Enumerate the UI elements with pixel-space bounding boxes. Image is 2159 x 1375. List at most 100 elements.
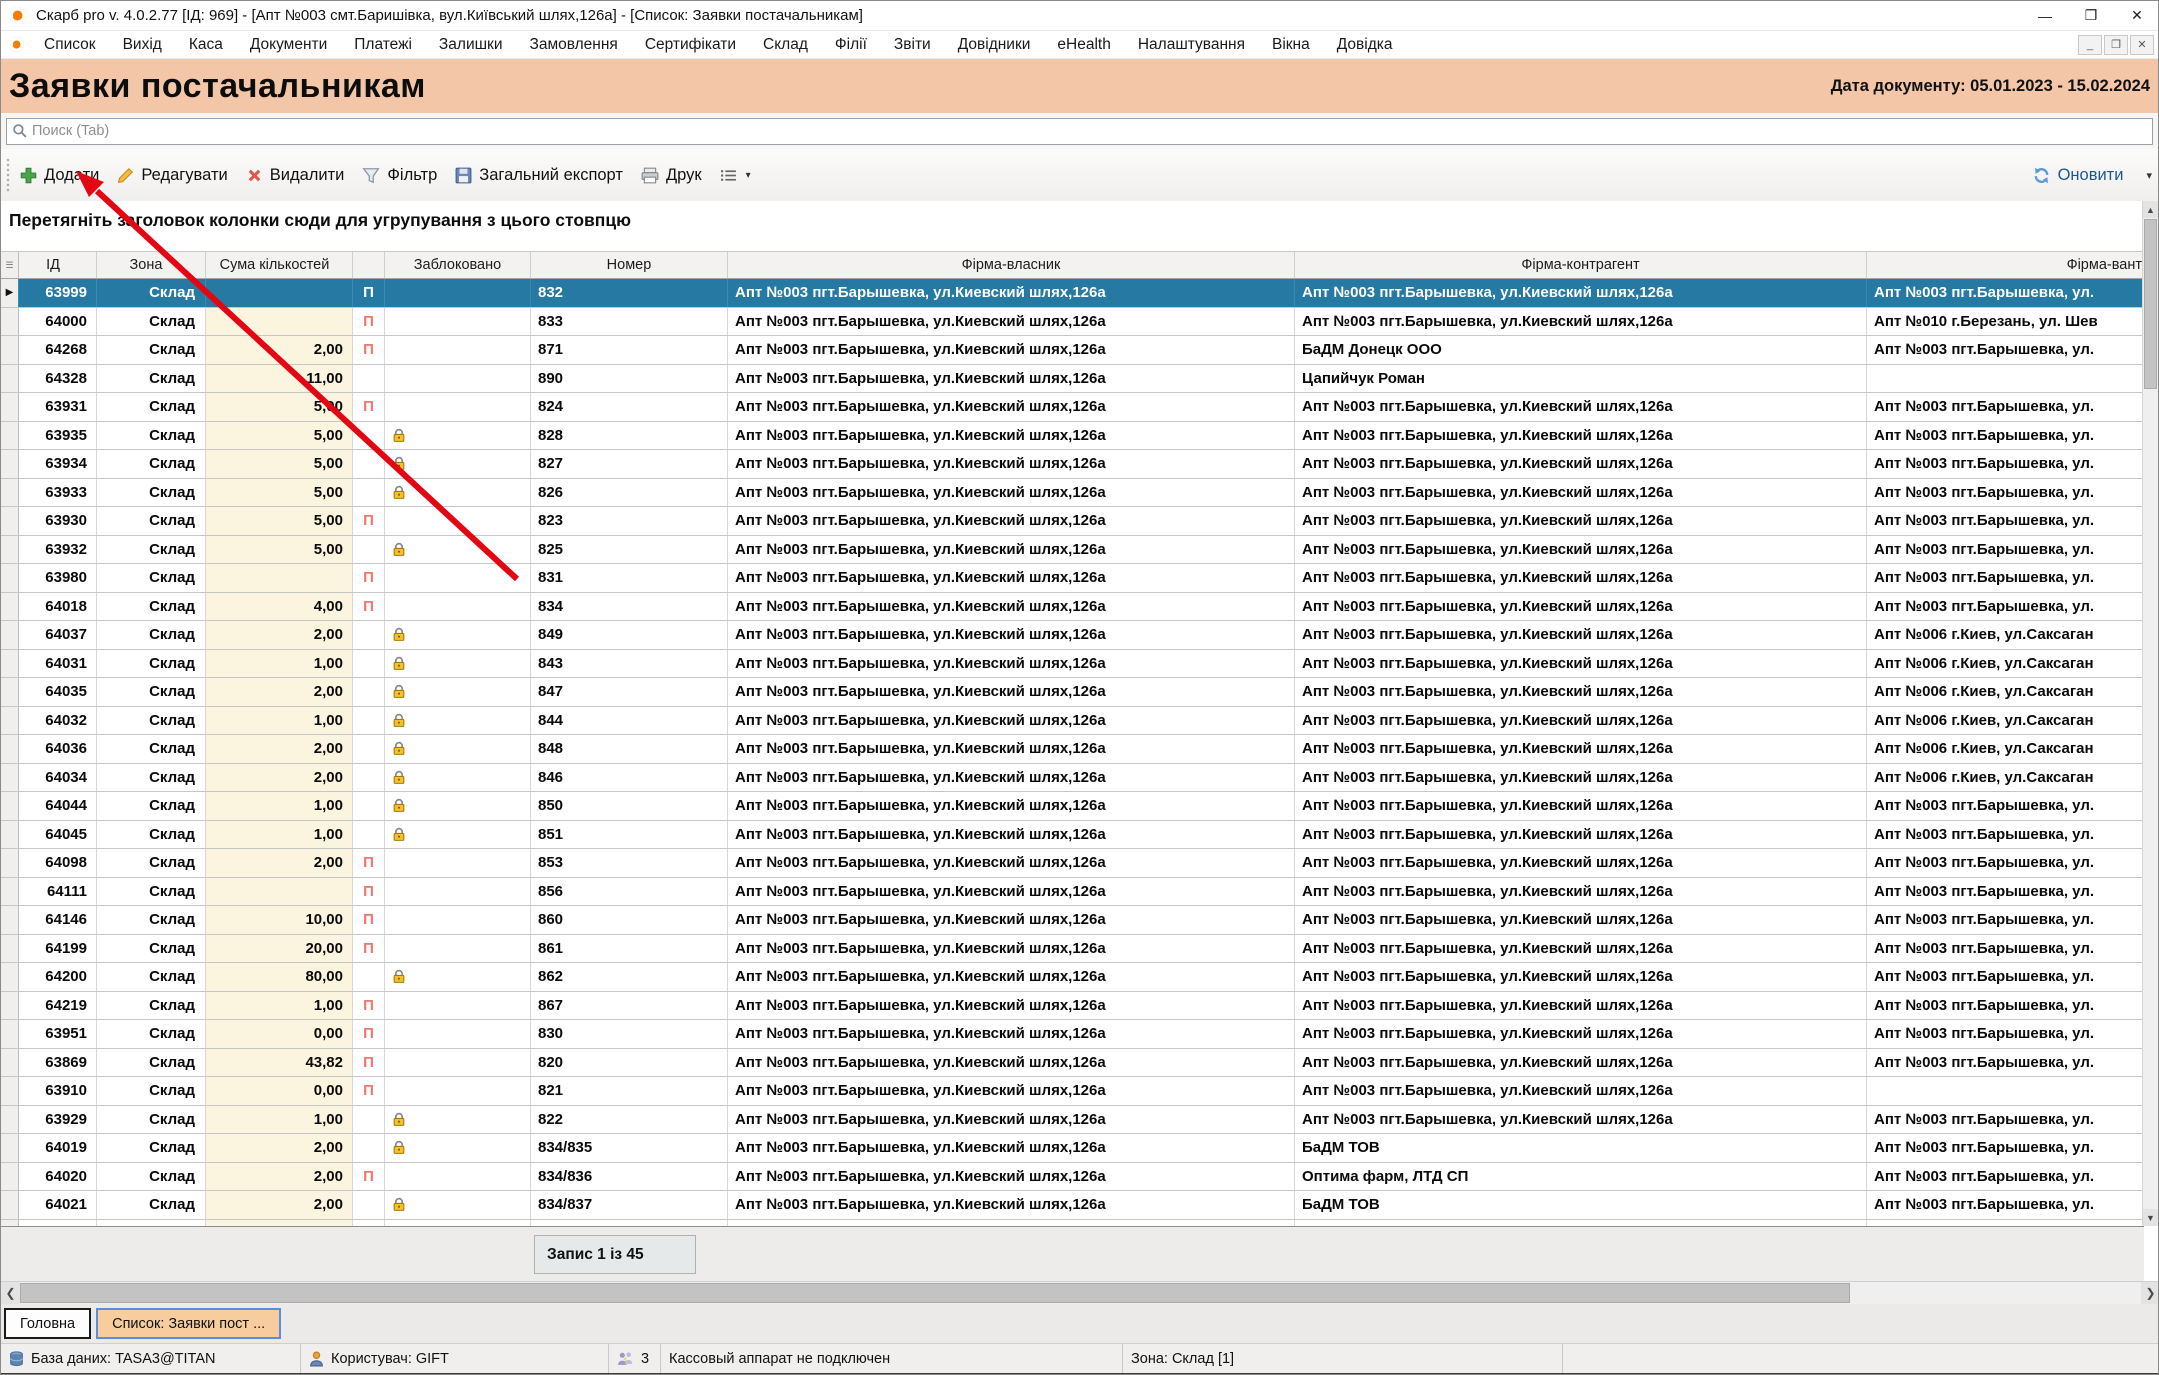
menu-item-12[interactable]: Довідники <box>958 36 1031 54</box>
table-row[interactable]: 64111СкладП856Апт №003 пгт.Барышевка, ул… <box>1 878 2144 907</box>
vertical-scrollbar[interactable]: ▲ ▼ <box>2142 201 2158 1226</box>
edit-button[interactable]: Редагувати <box>108 160 236 191</box>
chevron-down-icon: ▾ <box>746 170 751 181</box>
table-row[interactable]: 63929Склад1,00822Апт №003 пгт.Барышевка,… <box>1 1106 2144 1135</box>
horizontal-scrollbar[interactable]: ❮ ❯ <box>1 1281 2159 1304</box>
delete-button[interactable]: Видалити <box>237 160 354 191</box>
mdi-close-button[interactable]: ✕ <box>2130 35 2154 55</box>
restore-button[interactable]: ❐ <box>2068 1 2114 30</box>
column-header-consignee[interactable]: Фірма-вант <box>1867 252 2144 278</box>
view-options-button[interactable]: ▾ <box>711 162 760 189</box>
print-button[interactable]: Друк <box>632 160 711 191</box>
table-row[interactable]: 63910Склад0,00П821Апт №003 пгт.Барышевка… <box>1 1077 2144 1106</box>
mdi-restore-button[interactable]: ❐ <box>2104 35 2128 55</box>
column-header-blocked[interactable]: Заблоковано <box>385 252 531 278</box>
table-row[interactable]: 63869Склад43,82П820Апт №003 пгт.Барышевк… <box>1 1049 2144 1078</box>
scroll-right-arrow-icon[interactable]: ❯ <box>2141 1282 2159 1304</box>
table-row[interactable]: 64098Склад2,00П853Апт №003 пгт.Барышевка… <box>1 849 2144 878</box>
table-row[interactable]: 64032Склад1,00844Апт №003 пгт.Барышевка,… <box>1 707 2144 736</box>
menu-item-14[interactable]: Налаштування <box>1138 36 1245 54</box>
table-row[interactable]: 64000СкладП833Апт №003 пгт.Барышевка, ул… <box>1 308 2144 337</box>
cell-blocked <box>385 1020 531 1048</box>
table-row[interactable]: 64037Склад2,00849Апт №003 пгт.Барышевка,… <box>1 621 2144 650</box>
column-header-qty[interactable]: Сума кількостей <box>206 252 353 278</box>
column-header-number[interactable]: Номер <box>531 252 728 278</box>
menu-item-2[interactable]: Вихід <box>123 36 162 54</box>
table-row[interactable]: 64019Склад2,00834/835Апт №003 пгт.Барыше… <box>1 1134 2144 1163</box>
menu-item-5[interactable]: Платежі <box>354 36 412 54</box>
group-by-area[interactable]: Перетягніть заголовок колонки сюди для у… <box>1 201 2159 251</box>
table-row[interactable]: 64146Склад10,00П860Апт №003 пгт.Барышевк… <box>1 906 2144 935</box>
table-row[interactable]: 64035Склад2,00847Апт №003 пгт.Барышевка,… <box>1 678 2144 707</box>
menu-item-13[interactable]: eHealth <box>1057 36 1110 54</box>
table-row[interactable]: 64200Склад80,00862Апт №003 пгт.Барышевка… <box>1 963 2144 992</box>
horizontal-scroll-thumb[interactable] <box>20 1283 1850 1303</box>
table-row[interactable]: 64328Склад11,00890Апт №003 пгт.Барышевка… <box>1 365 2144 394</box>
table-row[interactable]: 64020Склад2,00П834/836Апт №003 пгт.Барыш… <box>1 1163 2144 1192</box>
minimize-button[interactable]: — <box>2022 1 2068 30</box>
menu-item-8[interactable]: Сертифікати <box>645 36 736 54</box>
table-row[interactable]: 63951Склад0,00П830Апт №003 пгт.Барышевка… <box>1 1020 2144 1049</box>
table-row[interactable]: 64031Склад1,00843Апт №003 пгт.Барышевка,… <box>1 650 2144 679</box>
scroll-down-arrow-icon[interactable]: ▼ <box>2143 1209 2158 1226</box>
menu-item-1[interactable]: Список <box>44 36 96 54</box>
cell-consignee: Апт №003 пгт.Барышевка, ул. <box>1867 279 2144 307</box>
table-row[interactable]: 64268Склад2,00П871Апт №003 пгт.Барышевка… <box>1 336 2144 365</box>
menu-item-11[interactable]: Звіти <box>894 36 931 54</box>
lock-icon <box>392 1197 406 1212</box>
table-row[interactable]: ▶63999СкладП832Апт №003 пгт.Барышевка, у… <box>1 279 2144 308</box>
lock-icon <box>392 827 406 842</box>
table-row[interactable]: 64034Склад2,00846Апт №003 пгт.Барышевка,… <box>1 764 2144 793</box>
cell-owner: Апт №003 пгт.Барышевка, ул.Киевский шлях… <box>728 1049 1295 1077</box>
menu-item-9[interactable]: Склад <box>763 36 808 54</box>
column-header-owner[interactable]: Фірма-власник <box>728 252 1295 278</box>
menu-item-6[interactable]: Залишки <box>439 36 503 54</box>
vertical-scroll-thumb[interactable] <box>2144 219 2157 389</box>
cell-id: 64018 <box>19 593 97 621</box>
cell-consignee: Апт №003 пгт.Барышевка, ул. <box>1867 1049 2144 1077</box>
column-header-contragent[interactable]: Фірма-контрагент <box>1295 252 1867 278</box>
table-row[interactable]: 63930Склад5,00П823Апт №003 пгт.Барышевка… <box>1 507 2144 536</box>
cell-flag <box>353 479 385 507</box>
search-box[interactable] <box>6 118 2153 145</box>
table-row[interactable]: 64036Склад2,00848Апт №003 пгт.Барышевка,… <box>1 735 2144 764</box>
refresh-dropdown-button[interactable]: ▾ <box>2146 169 2152 182</box>
scroll-left-arrow-icon[interactable]: ❮ <box>1 1282 20 1304</box>
menu-item-15[interactable]: Вікна <box>1272 36 1310 54</box>
table-row[interactable]: 63935Склад5,00828Апт №003 пгт.Барышевка,… <box>1 422 2144 451</box>
menu-item-10[interactable]: Філії <box>835 36 867 54</box>
table-row[interactable]: 63932Склад5,00825Апт №003 пгт.Барышевка,… <box>1 536 2144 565</box>
menu-item-4[interactable]: Документи <box>250 36 327 54</box>
tab-2[interactable]: Список: Заявки пост ... <box>96 1308 281 1339</box>
table-row[interactable]: 63931Склад5,00П824Апт №003 пгт.Барышевка… <box>1 393 2144 422</box>
toolbar-grip[interactable] <box>4 158 11 192</box>
table-row[interactable]: 63980СкладП831Апт №003 пгт.Барышевка, ул… <box>1 564 2144 593</box>
column-header-flag[interactable] <box>353 252 385 278</box>
mdi-minimize-button[interactable]: _ <box>2078 35 2102 55</box>
filter-button[interactable]: Фільтр <box>353 160 446 191</box>
search-input[interactable] <box>32 123 2152 139</box>
table-row[interactable]: 64018Склад4,00П834Апт №003 пгт.Барышевка… <box>1 593 2144 622</box>
table-row[interactable]: 63934Склад5,00827Апт №003 пгт.Барышевка,… <box>1 450 2144 479</box>
export-button[interactable]: Загальний експорт <box>446 160 632 191</box>
table-row[interactable]: 64021Склад2,00834/837Апт №003 пгт.Барыше… <box>1 1191 2144 1220</box>
refresh-button[interactable]: Оновити <box>2023 160 2133 191</box>
table-row[interactable]: 64219Склад1,00П867Апт №003 пгт.Барышевка… <box>1 992 2144 1021</box>
scroll-up-arrow-icon[interactable]: ▲ <box>2143 201 2158 218</box>
table-row[interactable]: 63933Склад5,00826Апт №003 пгт.Барышевка,… <box>1 479 2144 508</box>
close-button[interactable]: ✕ <box>2114 1 2159 30</box>
cell-blocked <box>385 792 531 820</box>
menu-item-3[interactable]: Каса <box>189 36 223 54</box>
tab-1[interactable]: Головна <box>4 1308 91 1339</box>
cell-blocked <box>385 536 531 564</box>
cell-consignee: Апт №003 пгт.Барышевка, ул. <box>1867 1191 2144 1219</box>
table-row[interactable]: 64044Склад1,00850Апт №003 пгт.Барышевка,… <box>1 792 2144 821</box>
menu-item-16[interactable]: Довідка <box>1337 36 1393 54</box>
add-button[interactable]: Додати <box>11 160 108 191</box>
cell-flag: П <box>353 992 385 1020</box>
table-row[interactable]: 64199Склад20,00П861Апт №003 пгт.Барышевк… <box>1 935 2144 964</box>
column-header-zone[interactable]: Зона <box>97 252 206 278</box>
table-row[interactable]: 64045Склад1,00851Апт №003 пгт.Барышевка,… <box>1 821 2144 850</box>
menu-item-7[interactable]: Замовлення <box>529 36 617 54</box>
column-header-id[interactable]: ІД <box>19 252 97 278</box>
